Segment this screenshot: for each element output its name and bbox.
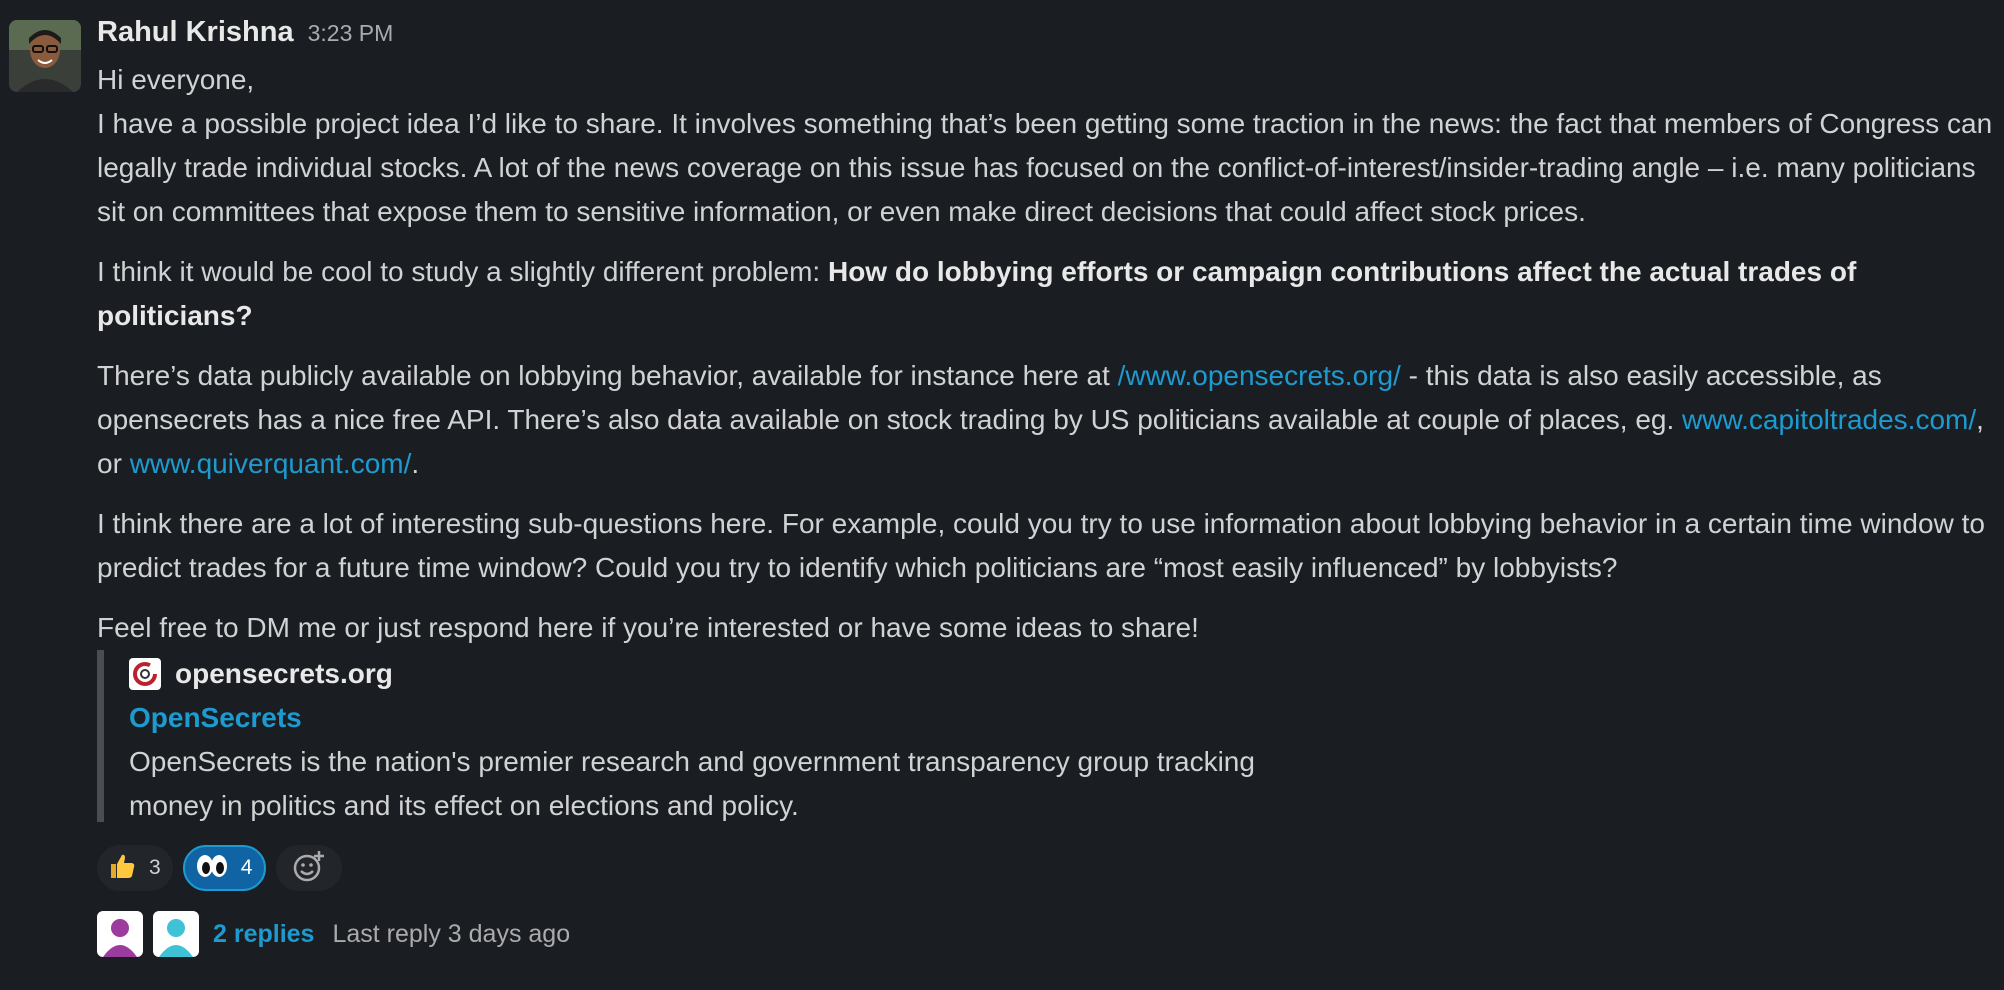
- opensecrets-link[interactable]: /www.opensecrets.org/: [1118, 360, 1401, 391]
- last-reply-text: Last reply 3 days ago: [332, 919, 571, 948]
- message-paragraph: There’s data publicly available on lobby…: [97, 354, 1997, 486]
- message-content: Rahul Krishna 3:23 PM Hi everyone, I hav…: [97, 16, 1997, 958]
- preview-title-link[interactable]: OpenSecrets: [129, 696, 1997, 740]
- replies-link[interactable]: 2 replies: [213, 920, 314, 949]
- eyes-icon: [195, 852, 229, 885]
- link-preview[interactable]: opensecrets.org OpenSecrets OpenSecrets …: [97, 650, 1997, 822]
- message-paragraph: I think it would be cool to study a slig…: [97, 250, 1997, 338]
- message-header: Rahul Krishna 3:23 PM: [97, 16, 1997, 58]
- author-name[interactable]: Rahul Krishna: [97, 16, 294, 49]
- reaction-count: 3: [149, 856, 161, 879]
- capitoltrades-link[interactable]: www.capitoltrades.com/: [1682, 404, 1976, 435]
- add-emoji-icon: [292, 849, 326, 888]
- preview-description: OpenSecrets is the nation's premier rese…: [129, 746, 1255, 821]
- quiverquant-link[interactable]: www.quiverquant.com/: [130, 448, 412, 479]
- reaction-eyes[interactable]: 4: [182, 845, 267, 891]
- message-paragraph: I think there are a lot of interesting s…: [97, 508, 1985, 583]
- reactions-bar: 3 4: [97, 844, 1997, 892]
- message-paragraph: Feel free to DM me or just respond here …: [97, 612, 1199, 643]
- message-timestamp[interactable]: 3:23 PM: [308, 20, 394, 47]
- reaction-count: 4: [240, 856, 253, 879]
- message-body: Hi everyone, I have a possible project i…: [97, 58, 1997, 650]
- opensecrets-favicon-icon: [129, 658, 161, 690]
- add-reaction-button[interactable]: [276, 845, 343, 891]
- replier-avatar[interactable]: [153, 911, 199, 957]
- default-user-icon: [153, 911, 199, 957]
- profile-photo: [9, 20, 81, 92]
- message-greeting: Hi everyone,: [97, 64, 255, 95]
- user-avatar[interactable]: [9, 20, 81, 92]
- paragraph-text: There’s data publicly available on lobby…: [97, 360, 1118, 391]
- thread-summary[interactable]: 2 replies Last reply 3 days ago: [97, 910, 1997, 958]
- default-user-icon: [97, 911, 143, 957]
- paragraph-text: I think it would be cool to study a slig…: [97, 256, 828, 287]
- reaction-thumbs-up[interactable]: 3: [97, 845, 173, 891]
- paragraph-text: .: [411, 448, 420, 479]
- thumbs-up-icon: [107, 851, 137, 886]
- replier-avatar[interactable]: [97, 911, 143, 957]
- preview-site: opensecrets.org: [129, 650, 1997, 696]
- message-paragraph: I have a possible project idea I’d like …: [97, 108, 1993, 227]
- preview-site-name: opensecrets.org: [175, 658, 393, 689]
